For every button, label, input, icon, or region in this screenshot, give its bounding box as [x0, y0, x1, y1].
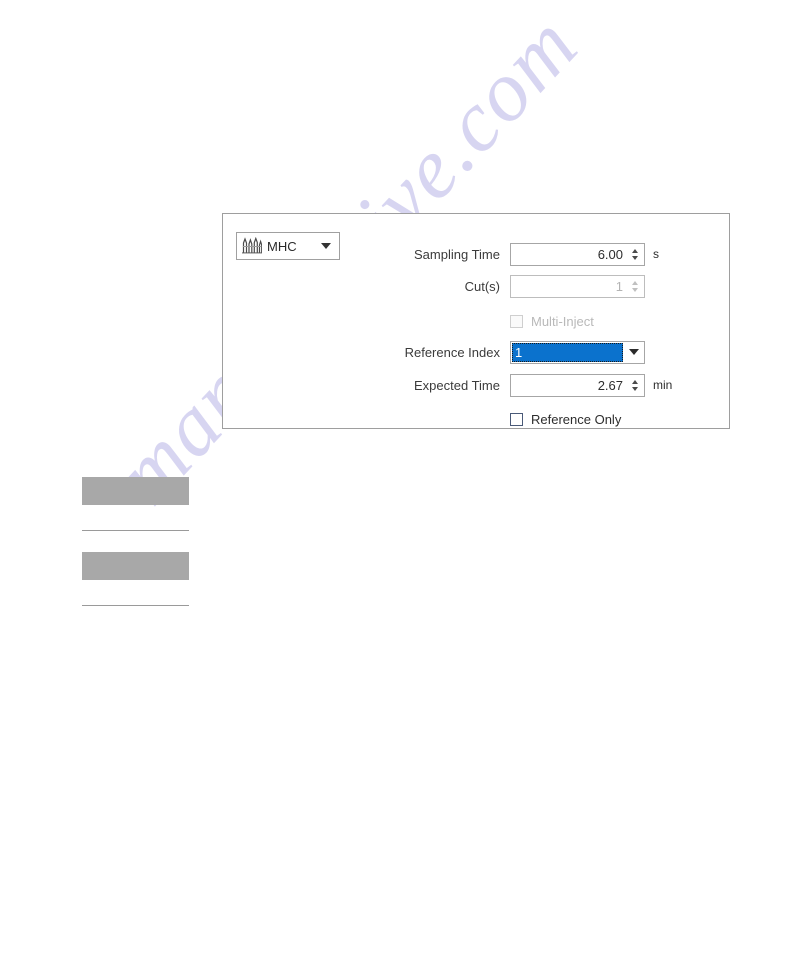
- row-cuts: Cut(s) 1: [353, 274, 723, 298]
- cuts-label: Cut(s): [464, 278, 500, 294]
- stepper-down-icon[interactable]: [632, 386, 638, 391]
- sampling-time-input[interactable]: 6.00: [510, 242, 645, 266]
- cuts-stepper: [628, 276, 644, 297]
- reference-index-label: Reference Index: [404, 344, 500, 360]
- chevron-down-icon: [321, 243, 331, 249]
- row-reference-index: Reference Index 1: [353, 340, 723, 364]
- sampling-time-value: 6.00: [597, 246, 623, 262]
- cuts-value: 1: [615, 278, 623, 294]
- stepper-down-icon[interactable]: [632, 255, 638, 260]
- divider-rule-1: [82, 530, 189, 531]
- multi-inject-checkbox: [510, 314, 523, 328]
- reference-only-checkbox[interactable]: [510, 412, 523, 426]
- divider-rule-2: [82, 605, 189, 606]
- expected-time-unit: min: [653, 378, 673, 392]
- row-multi-inject: Multi-Inject: [353, 309, 723, 333]
- stepper-up-icon[interactable]: [632, 248, 638, 253]
- redacted-block-2: [82, 552, 189, 580]
- redacted-block-1: [82, 477, 189, 505]
- expected-time-label: Expected Time: [414, 377, 500, 393]
- mhc-settings-panel: MHC Sampling Time 6.00 s Cut(s) 1 Multi-…: [222, 213, 730, 429]
- sampling-time-label: Sampling Time: [414, 246, 500, 262]
- expected-time-field-wrap: 2.67 min: [510, 373, 673, 397]
- multi-inject-label: Multi-Inject: [531, 313, 594, 329]
- expected-time-input[interactable]: 2.67: [510, 373, 645, 397]
- chevron-down-icon: [629, 349, 639, 355]
- multi-inject-checkbox-group: Multi-Inject: [510, 314, 594, 329]
- device-mode-value: MHC: [267, 238, 297, 254]
- row-sampling-time: Sampling Time 6.00 s: [353, 242, 723, 266]
- reference-only-checkbox-group[interactable]: Reference Only: [510, 412, 621, 427]
- reference-index-field-wrap: 1: [510, 340, 645, 364]
- reference-index-combobox[interactable]: 1: [510, 340, 645, 364]
- row-reference-only: Reference Only: [353, 407, 723, 431]
- reference-index-dropdown-button[interactable]: [624, 341, 644, 363]
- sampling-time-unit: s: [653, 247, 659, 261]
- sampling-time-field-wrap: 6.00 s: [510, 242, 659, 266]
- expected-time-value: 2.67: [597, 377, 623, 393]
- stepper-up-icon: [632, 280, 638, 285]
- reference-only-label: Reference Only: [531, 411, 622, 427]
- reference-index-selected-field[interactable]: 1: [512, 342, 623, 362]
- reference-index-value: 1: [515, 344, 523, 360]
- stepper-down-icon: [632, 287, 638, 292]
- sampling-time-stepper[interactable]: [628, 244, 644, 265]
- device-mode-combobox[interactable]: MHC: [236, 232, 340, 260]
- expected-time-stepper[interactable]: [628, 375, 644, 396]
- row-expected-time: Expected Time 2.67 min: [353, 373, 723, 397]
- stepper-up-icon[interactable]: [632, 379, 638, 384]
- cuts-field-wrap: 1: [510, 274, 645, 298]
- chromatogram-peaks-icon: [242, 237, 262, 255]
- cuts-input: 1: [510, 274, 645, 298]
